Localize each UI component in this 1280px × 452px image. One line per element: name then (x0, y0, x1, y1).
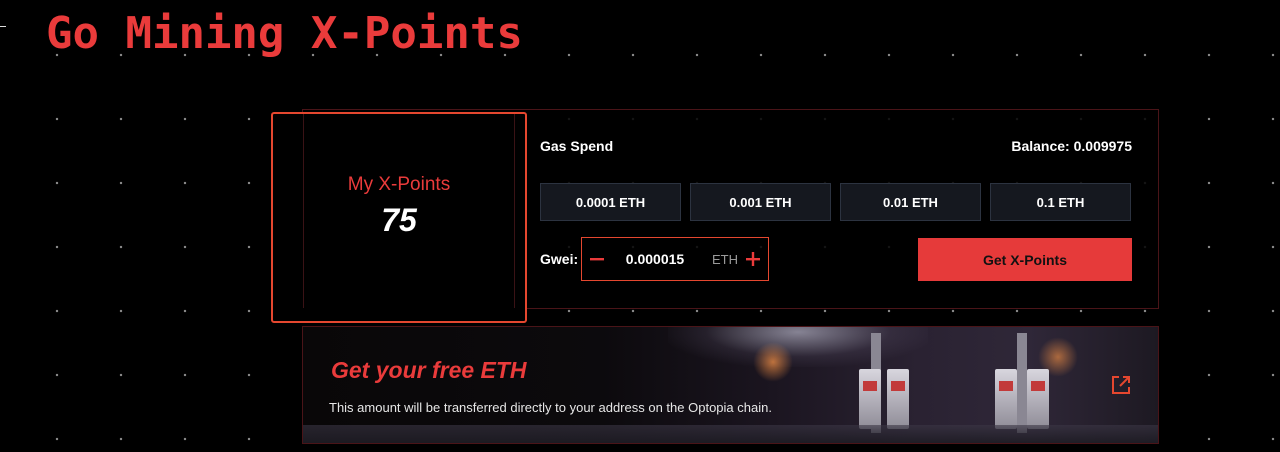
page: Go Mining X-Points My X-Points 75 Gas Sp… (0, 0, 1280, 452)
station-pillar (1017, 333, 1027, 433)
banner-lamp (753, 342, 793, 382)
eth-option-0.001[interactable]: 0.001 ETH (690, 183, 831, 221)
eth-option-0.1[interactable]: 0.1 ETH (990, 183, 1131, 221)
page-title: Go Mining X-Points (46, 8, 523, 59)
external-link-icon[interactable] (1110, 374, 1132, 396)
gwei-unit: ETH (712, 251, 738, 267)
gas-pump (887, 369, 909, 429)
gwei-label: Gwei: (540, 251, 579, 267)
get-x-points-button[interactable]: Get X-Points (918, 238, 1132, 281)
gas-pump (859, 369, 881, 429)
plus-icon[interactable] (738, 238, 768, 280)
gas-spend-label: Gas Spend (540, 138, 614, 154)
balance-text: Balance: 0.009975 (1011, 138, 1132, 154)
promo-title: Get your free ETH (331, 357, 527, 383)
my-x-points-card: My X-Points 75 (271, 112, 527, 323)
gas-pump (995, 369, 1017, 429)
free-eth-banner[interactable]: Get your free ETH This amount will be tr… (302, 326, 1159, 444)
gwei-stepper: 0.000015 ETH (581, 237, 769, 281)
gwei-value[interactable]: 0.000015 (612, 251, 698, 267)
points-value: 75 (381, 202, 417, 238)
corner-mark (0, 26, 6, 27)
promo-description: This amount will be transferred directly… (329, 400, 772, 415)
banner-light (668, 327, 928, 367)
eth-option-0.0001[interactable]: 0.0001 ETH (540, 183, 681, 221)
eth-option-0.01[interactable]: 0.01 ETH (840, 183, 981, 221)
points-label: My X-Points (347, 174, 451, 195)
gas-pump (1027, 369, 1049, 429)
minus-icon[interactable] (582, 238, 612, 280)
banner-ground (303, 425, 1158, 443)
eth-amount-options: 0.0001 ETH 0.001 ETH 0.01 ETH 0.1 ETH (540, 183, 1131, 221)
